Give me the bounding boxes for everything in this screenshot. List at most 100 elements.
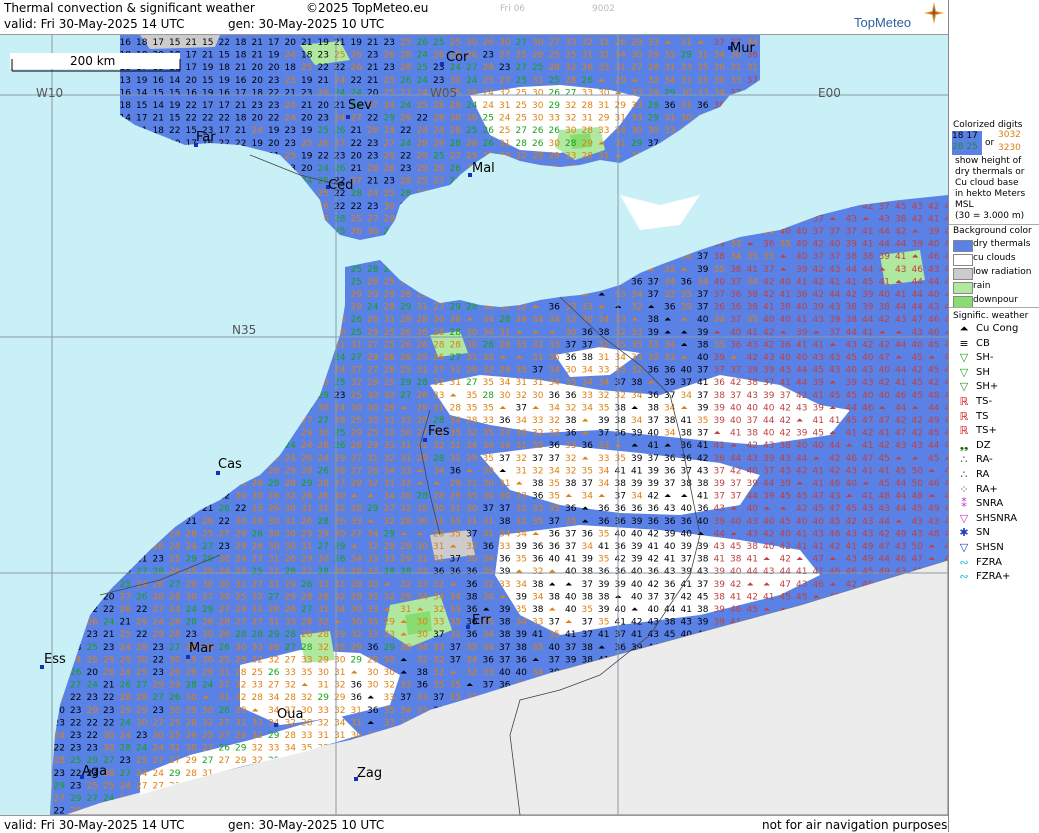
svg-text:28: 28 — [54, 756, 66, 766]
svg-text:⏶: ⏶ — [499, 353, 507, 363]
legend-swatch-1 — [953, 254, 973, 266]
svg-text:36: 36 — [450, 567, 462, 577]
svg-text:38: 38 — [598, 328, 610, 338]
legend-description: show height of dry thermals or Cu cloud … — [955, 156, 1025, 222]
svg-text:31: 31 — [499, 101, 510, 111]
svg-text:42: 42 — [615, 555, 626, 565]
svg-text:47: 47 — [895, 429, 906, 439]
svg-text:39: 39 — [714, 416, 726, 426]
svg-text:31: 31 — [433, 555, 444, 565]
svg-text:43: 43 — [912, 517, 923, 527]
svg-text:15: 15 — [153, 88, 164, 98]
svg-text:26: 26 — [384, 51, 396, 61]
svg-text:25: 25 — [169, 731, 180, 741]
svg-text:41: 41 — [846, 429, 857, 439]
svg-text:29: 29 — [433, 164, 445, 174]
svg-text:39: 39 — [862, 290, 874, 300]
svg-text:35: 35 — [697, 63, 708, 73]
svg-text:27: 27 — [367, 366, 378, 376]
svg-text:38: 38 — [697, 555, 709, 565]
svg-text:20: 20 — [268, 63, 280, 73]
svg-text:29: 29 — [301, 555, 313, 565]
svg-text:49: 49 — [862, 542, 874, 552]
svg-text:42: 42 — [780, 416, 791, 426]
svg-text:41: 41 — [730, 429, 741, 439]
svg-text:29: 29 — [202, 668, 214, 678]
svg-text:23: 23 — [384, 38, 395, 48]
svg-text:21: 21 — [120, 618, 131, 628]
svg-text:41: 41 — [763, 303, 774, 313]
svg-text:35: 35 — [681, 303, 692, 313]
svg-text:36: 36 — [615, 542, 627, 552]
svg-text:31: 31 — [268, 567, 279, 577]
svg-text:33: 33 — [483, 668, 494, 678]
svg-text:17: 17 — [186, 51, 197, 61]
svg-text:34: 34 — [466, 441, 478, 451]
svg-text:31: 31 — [664, 63, 675, 73]
svg-text:37: 37 — [565, 643, 576, 653]
svg-text:24: 24 — [318, 454, 330, 464]
svg-text:32: 32 — [516, 454, 527, 464]
svg-text:29: 29 — [549, 101, 561, 111]
svg-text:42: 42 — [846, 290, 857, 300]
svg-text:36: 36 — [499, 555, 511, 565]
svg-text:⏶: ⏶ — [895, 454, 903, 464]
svg-text:37: 37 — [549, 517, 560, 527]
footer-valid: valid: Fri 30-May-2025 14 UTC — [4, 818, 185, 832]
svg-text:27: 27 — [120, 592, 131, 602]
svg-text:43: 43 — [846, 214, 857, 224]
svg-text:28: 28 — [499, 315, 511, 325]
svg-text:27: 27 — [136, 681, 147, 691]
svg-text:36: 36 — [714, 378, 726, 388]
svg-text:30: 30 — [268, 542, 280, 552]
svg-text:20: 20 — [301, 114, 313, 124]
svg-text:43: 43 — [895, 441, 906, 451]
svg-text:15: 15 — [136, 101, 147, 111]
svg-text:28: 28 — [186, 529, 198, 539]
svg-text:35: 35 — [417, 504, 428, 514]
svg-text:39: 39 — [648, 466, 660, 476]
svg-text:45: 45 — [780, 517, 791, 527]
topmeteo-logo: TopMeteo — [852, 2, 946, 32]
svg-text:30: 30 — [417, 618, 429, 628]
legend-signific-title: Signific. weather — [953, 311, 1029, 321]
svg-text:25: 25 — [417, 177, 428, 187]
svg-text:27: 27 — [153, 756, 164, 766]
svg-text:29: 29 — [153, 630, 165, 640]
svg-text:49: 49 — [928, 416, 940, 426]
svg-text:24: 24 — [483, 88, 495, 98]
svg-text:35: 35 — [466, 403, 477, 413]
svg-text:⏶: ⏶ — [928, 353, 936, 363]
svg-text:29: 29 — [400, 378, 412, 388]
svg-text:⏶: ⏶ — [450, 542, 458, 552]
svg-text:46: 46 — [829, 529, 841, 539]
svg-text:35: 35 — [565, 517, 576, 527]
svg-text:28: 28 — [582, 126, 594, 136]
svg-text:30: 30 — [400, 429, 412, 439]
svg-text:38: 38 — [582, 567, 594, 577]
svg-text:39: 39 — [664, 378, 676, 388]
svg-text:18: 18 — [285, 63, 297, 73]
svg-text:32: 32 — [433, 655, 444, 665]
svg-text:36: 36 — [532, 555, 544, 565]
svg-text:34: 34 — [598, 378, 610, 388]
svg-text:⏶: ⏶ — [598, 139, 606, 149]
svg-text:36: 36 — [466, 630, 478, 640]
svg-text:28: 28 — [417, 378, 429, 388]
svg-text:24: 24 — [384, 126, 396, 136]
svg-text:29: 29 — [120, 706, 132, 716]
svg-text:34: 34 — [549, 315, 561, 325]
svg-text:27: 27 — [219, 718, 230, 728]
svg-text:26: 26 — [301, 492, 313, 502]
svg-text:30: 30 — [565, 328, 577, 338]
desc-line-3: Cu cloud base — [955, 178, 1019, 188]
weather-map[interactable]: 1210131015131616181715211522182117202119… — [0, 35, 948, 815]
svg-text:29: 29 — [186, 555, 198, 565]
svg-text:30: 30 — [235, 643, 247, 653]
svg-text:43: 43 — [648, 618, 659, 628]
svg-text:25: 25 — [351, 277, 362, 287]
svg-text:41: 41 — [895, 290, 906, 300]
svg-text:38: 38 — [549, 592, 561, 602]
svg-text:44: 44 — [763, 416, 775, 426]
svg-text:33: 33 — [664, 353, 675, 363]
